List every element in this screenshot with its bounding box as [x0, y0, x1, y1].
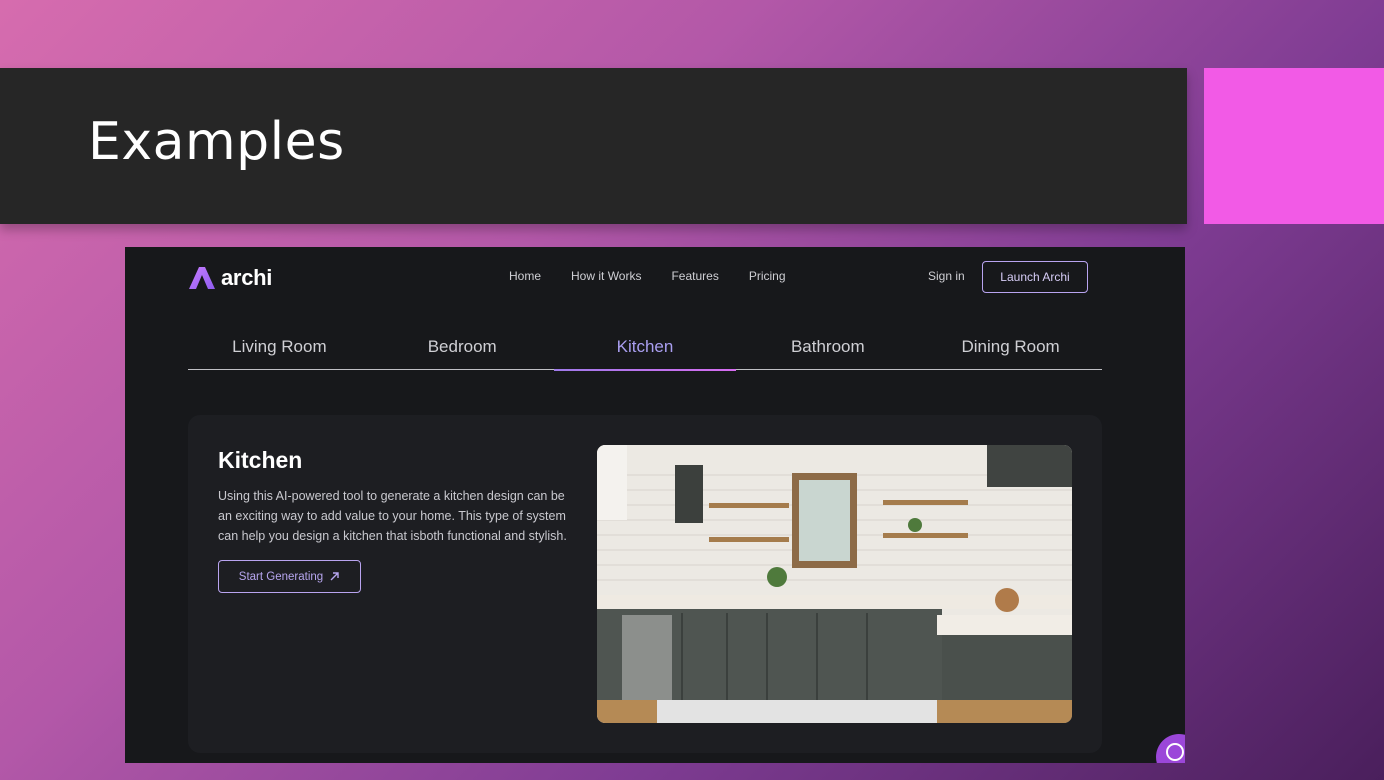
- tab-kitchen[interactable]: Kitchen: [553, 337, 737, 371]
- tab-living-room[interactable]: Living Room: [188, 337, 371, 369]
- website-screenshot: archi Home How it Works Features Pricing…: [125, 247, 1185, 763]
- slide-title-bar: Examples: [0, 68, 1187, 224]
- tab-dining-room[interactable]: Dining Room: [919, 337, 1102, 369]
- tab-bedroom[interactable]: Bedroom: [371, 337, 554, 369]
- logo-text: archi: [221, 265, 273, 290]
- nav-pricing[interactable]: Pricing: [749, 269, 786, 283]
- sign-in-link[interactable]: Sign in: [928, 269, 965, 283]
- tab-bathroom[interactable]: Bathroom: [736, 337, 919, 369]
- card-heading: Kitchen: [218, 447, 303, 473]
- chat-button[interactable]: [1156, 734, 1185, 763]
- archi-logo-icon: [189, 267, 215, 289]
- start-generating-button[interactable]: Start Generating: [218, 560, 361, 593]
- slide-title: Examples: [88, 112, 345, 172]
- launch-archi-button[interactable]: Launch Archi: [982, 261, 1088, 293]
- nav-home[interactable]: Home: [509, 269, 541, 283]
- chat-icon: [1166, 743, 1184, 761]
- arrow-up-right-icon: [330, 572, 339, 581]
- card-description: Using this AI-powered tool to generate a…: [218, 489, 567, 543]
- accent-block: [1204, 68, 1384, 224]
- room-tabs: Living Room Bedroom Kitchen Bathroom Din…: [188, 337, 1102, 371]
- nav-how-it-works[interactable]: How it Works: [571, 269, 641, 283]
- start-generating-label: Start Generating: [238, 570, 324, 583]
- main-nav: Home How it Works Features Pricing: [509, 269, 786, 283]
- example-card: Kitchen Using this AI-powered tool to ge…: [188, 415, 1102, 753]
- kitchen-image: [597, 445, 1072, 723]
- site-logo[interactable]: archi: [189, 265, 272, 291]
- nav-features[interactable]: Features: [671, 269, 718, 283]
